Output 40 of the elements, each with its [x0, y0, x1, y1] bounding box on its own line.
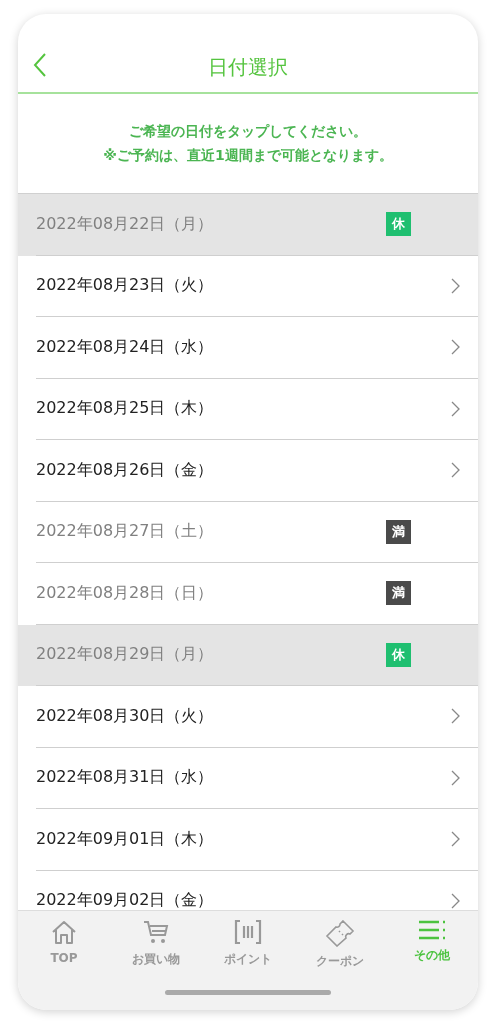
- chevron-right-icon: [451, 892, 460, 909]
- page-title: 日付選択: [208, 53, 288, 81]
- instruction-text: ※ご予約は、直近1週間まで可能となります。: [103, 146, 393, 165]
- full-badge: 満: [386, 519, 411, 544]
- chevron-right-icon: [451, 339, 460, 356]
- full-badge: 満: [386, 581, 411, 606]
- date-label: 2022年08月26日（金）: [36, 459, 215, 481]
- closed-badge: 休: [386, 642, 411, 667]
- date-row[interactable]: 2022年08月30日（火）: [18, 686, 478, 748]
- cart-icon: [142, 919, 170, 945]
- date-label: 2022年09月02日（金）: [36, 890, 215, 910]
- date-label: 2022年08月24日（水）: [36, 336, 215, 358]
- chevron-right-icon: [451, 277, 460, 294]
- date-row[interactable]: 2022年08月31日（水）: [18, 747, 478, 809]
- ticket-icon: [325, 919, 355, 947]
- date-label: 2022年08月28日（日）: [36, 582, 215, 604]
- date-label: 2022年08月31日（水）: [36, 767, 215, 789]
- date-row[interactable]: 2022年08月26日（金）: [18, 440, 478, 502]
- barcode-icon: [233, 919, 263, 945]
- date-row[interactable]: 2022年08月24日（水）: [18, 317, 478, 379]
- chevron-right-icon: [451, 769, 460, 786]
- date-label: 2022年08月27日（土）: [36, 521, 215, 543]
- date-row[interactable]: 2022年08月25日（木）: [18, 378, 478, 440]
- date-row[interactable]: 2022年09月01日（木）: [18, 809, 478, 871]
- back-icon[interactable]: [32, 52, 48, 78]
- closed-badge: 休: [386, 212, 411, 237]
- chevron-right-icon: [451, 400, 460, 417]
- menu-icon: [417, 919, 447, 941]
- chevron-right-icon: [451, 831, 460, 848]
- chevron-right-icon: [451, 708, 460, 725]
- chevron-right-icon: [451, 462, 460, 479]
- date-label: 2022年08月25日（木）: [36, 398, 215, 420]
- date-label: 2022年08月22日（月）: [36, 213, 215, 235]
- date-label: 2022年09月01日（木）: [36, 828, 215, 850]
- date-label: 2022年08月23日（火）: [36, 275, 215, 297]
- date-label: 2022年08月30日（火）: [36, 705, 215, 727]
- instruction-text: ご希望の日付をタップしてください。: [129, 122, 367, 141]
- date-row[interactable]: 2022年08月23日（火）: [18, 255, 478, 317]
- home-icon: [50, 919, 78, 945]
- date-label: 2022年08月29日（月）: [36, 644, 215, 666]
